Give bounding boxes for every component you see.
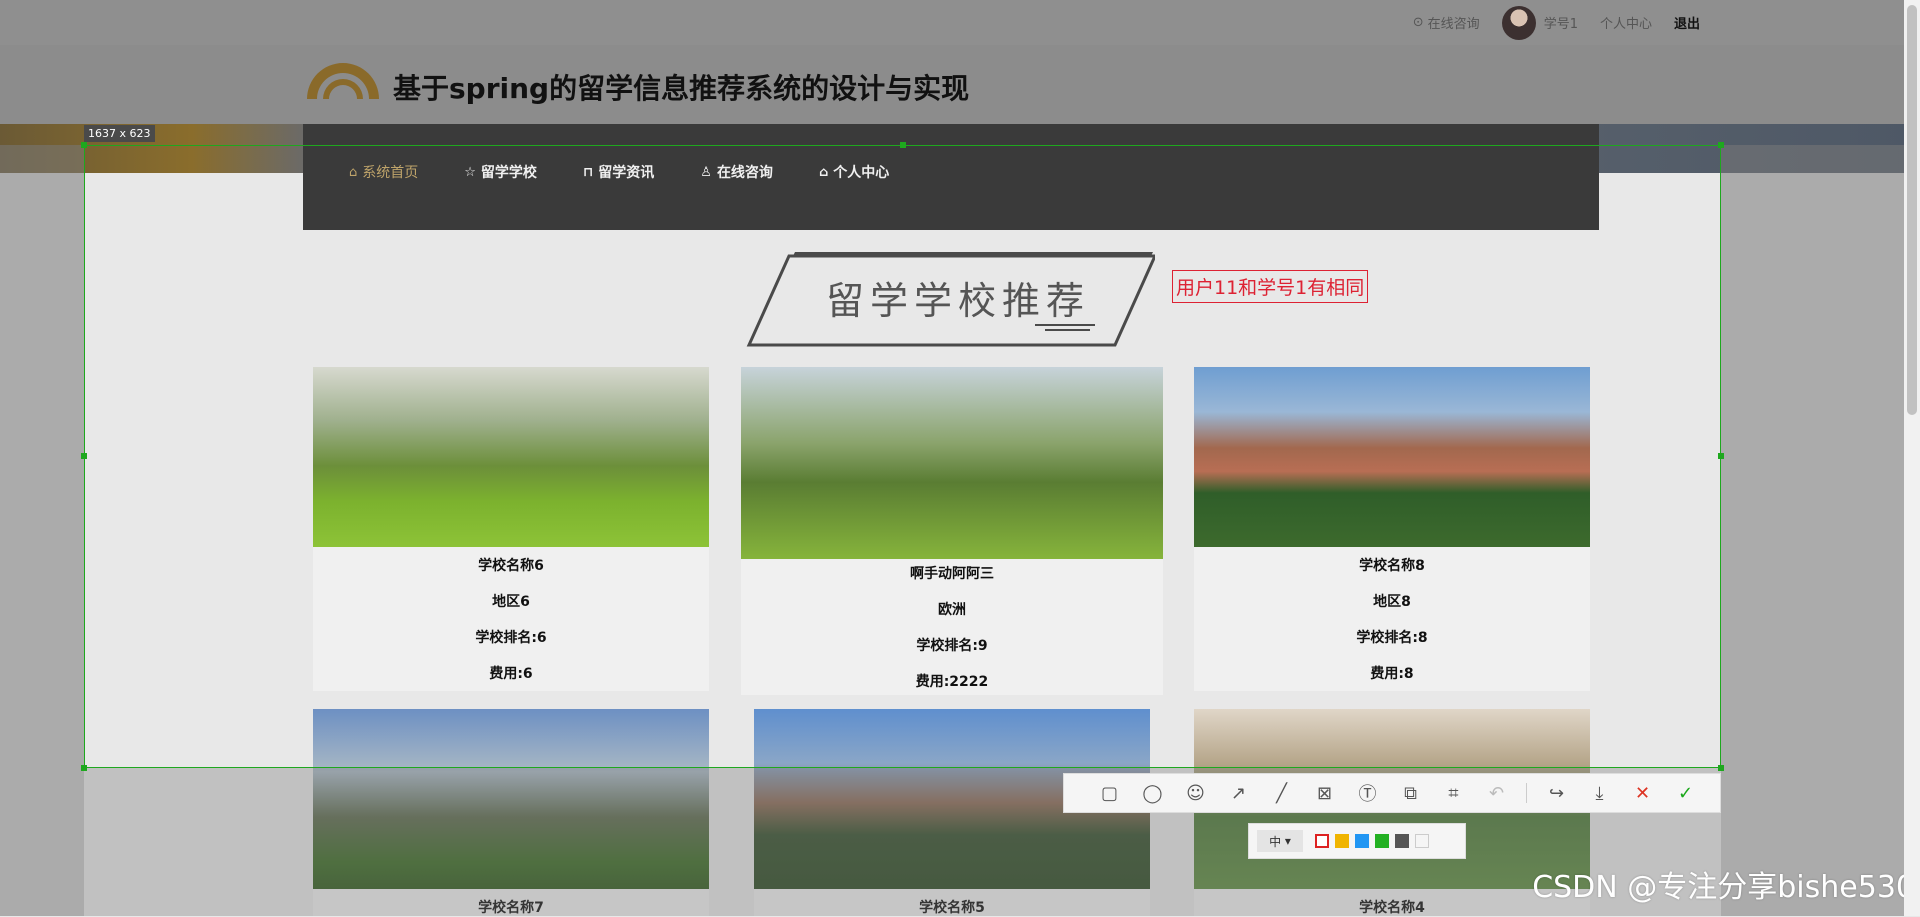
color-swatch-gray[interactable] — [1395, 834, 1409, 848]
arrow-tool-icon[interactable]: ↗ — [1217, 773, 1260, 813]
watermark-text: CSDN @专注分享bishe530 — [1532, 870, 1915, 905]
nav-item-personal[interactable]: ⌂ 个人中心 — [819, 162, 889, 182]
mosaic-tool-icon[interactable]: ⊠ — [1303, 773, 1346, 813]
home-icon: ⌂ — [818, 164, 829, 180]
selection-handle[interactable] — [900, 142, 906, 148]
bag-icon: ⊓ — [582, 164, 594, 180]
emoji-tool-icon[interactable]: ☺ — [1174, 773, 1217, 813]
confirm-icon[interactable]: ✓ — [1664, 773, 1707, 813]
school-region: 地区8 — [1373, 594, 1411, 610]
personal-center-link[interactable]: 个人中心 — [1600, 13, 1652, 32]
school-region: 欧洲 — [938, 602, 966, 618]
color-swatch-red[interactable] — [1315, 834, 1329, 848]
username: 学号1 — [1543, 17, 1578, 32]
school-name: 学校名称6 — [478, 558, 544, 574]
ocr-tool-icon[interactable]: ⌗ — [1432, 773, 1475, 813]
selection-handle[interactable] — [81, 765, 87, 771]
school-rank: 学校排名:6 — [475, 630, 547, 646]
school-fee: 费用:6 — [489, 666, 533, 682]
text-tool-icon[interactable]: Ⓣ — [1346, 773, 1389, 813]
capture-mask-left — [0, 145, 84, 916]
selection-handle[interactable] — [1718, 453, 1724, 459]
school-rank: 学校排名:9 — [916, 638, 988, 654]
selection-handle[interactable] — [81, 142, 87, 148]
color-swatch-yellow[interactable] — [1335, 834, 1349, 848]
logout-link[interactable]: 退出 — [1674, 13, 1700, 32]
ellipse-tool-icon[interactable]: ◯ — [1131, 773, 1174, 813]
color-swatch-blue[interactable] — [1355, 834, 1369, 848]
school-region: 地区6 — [492, 594, 530, 610]
main-nav: ⌂ 系统首页 ☆ 留学学校 ⊓ 留学资讯 ♙ 在线咨询 ⌂ 个人中心 — [303, 124, 1599, 230]
user-topbar: ⊙ 在线咨询 学号1 个人中心 退出 — [0, 0, 1920, 45]
user-icon: ♙ — [700, 164, 712, 180]
school-fee: 费用:2222 — [915, 674, 989, 690]
school-name: 啊手动阿阿三 — [910, 566, 994, 582]
home-icon: ⌂ — [349, 164, 358, 180]
annotation-text[interactable]: 用户11和学号1有相同 — [1172, 270, 1369, 303]
nav-item-home[interactable]: ⌂ 系统首页 — [349, 162, 418, 182]
school-fee: 费用:8 — [1370, 666, 1414, 682]
capture-mask-right — [1721, 145, 1920, 916]
avatar[interactable] — [1501, 5, 1536, 40]
school-rank: 学校排名:8 — [1356, 630, 1428, 646]
section-title: 留学学校推荐 — [826, 279, 1091, 323]
star-icon: ☆ — [464, 164, 476, 180]
site-title: 基于spring的留学信息推荐系统的设计与实现 — [393, 72, 970, 105]
selection-size-label: 1637 x 623 — [84, 125, 155, 142]
rectangle-tool-icon[interactable]: ▢ — [1088, 773, 1131, 813]
school-card[interactable]: 学校名称8 地区8 学校排名:8 费用:8 — [1194, 367, 1590, 691]
school-image[interactable] — [313, 367, 709, 547]
undo-icon[interactable]: ↶ — [1475, 773, 1518, 813]
download-icon[interactable]: ⤓ — [1578, 773, 1621, 813]
school-image[interactable] — [1194, 367, 1590, 547]
selection-handle[interactable] — [81, 453, 87, 459]
school-image[interactable] — [741, 367, 1163, 559]
pin-tool-icon[interactable]: ⧉ — [1389, 773, 1432, 813]
scrollbar-thumb[interactable] — [1907, 5, 1917, 415]
school-card[interactable]: 啊手动阿阿三 欧洲 学校排名:9 费用:2222 — [741, 367, 1163, 695]
font-size-select[interactable]: 中 ▾ — [1257, 830, 1303, 852]
toolbar-divider — [1526, 783, 1527, 803]
capture-toolbar: ▢ ◯ ☺ ↗ ╱ ⊠ Ⓣ ⧉ ⌗ ↶ ↪ ⤓ ✕ ✓ — [1063, 773, 1721, 813]
school-card[interactable]: 学校名称6 地区6 学校排名:6 费用:6 — [313, 367, 709, 691]
selection-handle[interactable] — [1718, 765, 1724, 771]
color-swatch-green[interactable] — [1375, 834, 1389, 848]
site-logo-icon — [307, 63, 379, 99]
color-swatch-white[interactable] — [1415, 834, 1429, 848]
headset-icon: ⊙ — [1412, 15, 1424, 30]
selection-handle[interactable] — [1718, 142, 1724, 148]
nav-item-schools[interactable]: ☆ 留学学校 — [464, 162, 537, 182]
cancel-icon[interactable]: ✕ — [1621, 773, 1664, 813]
share-icon[interactable]: ↪ — [1535, 773, 1578, 813]
user-info[interactable]: 学号1 — [1501, 5, 1578, 40]
color-picker-bar: 中 ▾ — [1248, 823, 1466, 859]
online-consult-link[interactable]: ⊙ 在线咨询 — [1413, 13, 1480, 32]
line-tool-icon[interactable]: ╱ — [1260, 773, 1303, 813]
site-header: 基于spring的留学信息推荐系统的设计与实现 — [0, 45, 1920, 124]
nav-item-news[interactable]: ⊓ 留学资讯 — [583, 162, 654, 182]
school-name: 学校名称8 — [1359, 558, 1425, 574]
page-scrollbar[interactable] — [1904, 0, 1920, 916]
nav-item-consult[interactable]: ♙ 在线咨询 — [700, 162, 773, 182]
